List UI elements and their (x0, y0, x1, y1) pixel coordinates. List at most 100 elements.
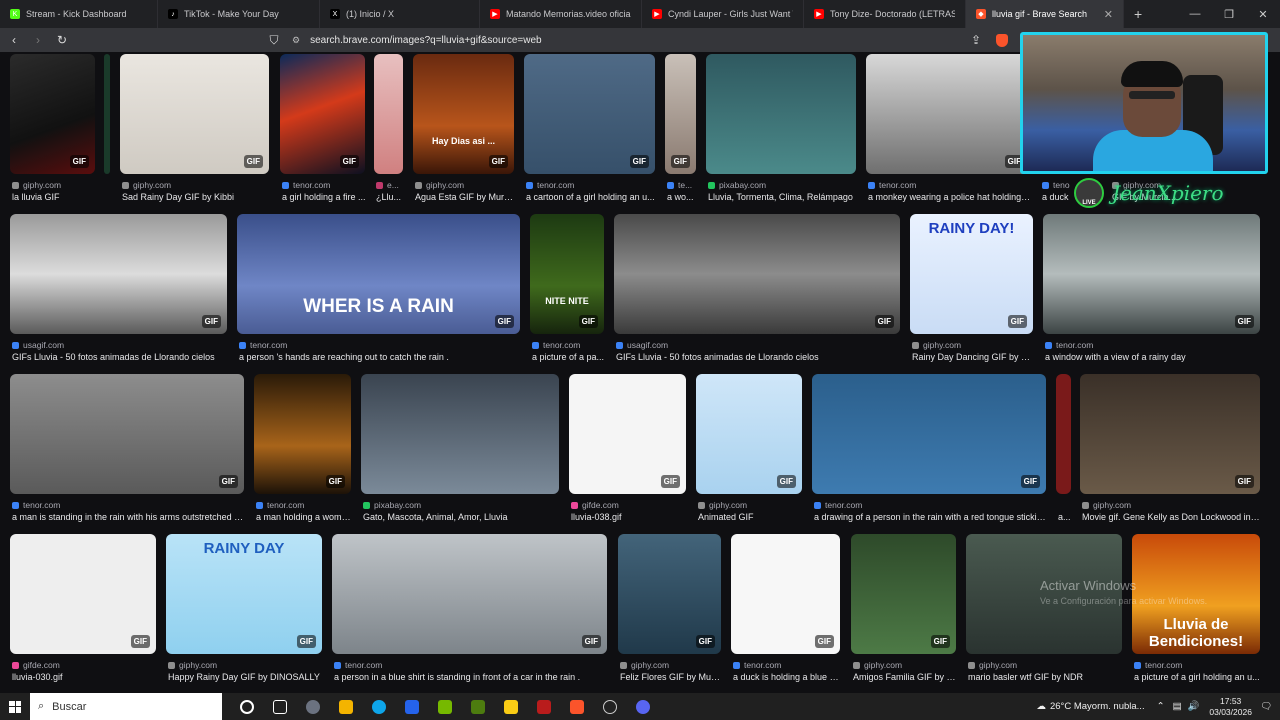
image-result-card[interactable]: RAINY DAY! GIF giphy.com Rainy Day Dancing … (910, 214, 1035, 374)
result-title[interactable]: lluvia-038.gif (571, 512, 688, 522)
result-thumbnail[interactable]: GIF (10, 54, 95, 174)
address-bar[interactable]: ⚙ search.brave.com/images?q=lluvia+gif&s… (292, 30, 1012, 50)
forward-icon[interactable]: › (28, 33, 48, 47)
result-thumbnail[interactable]: GIF (10, 374, 244, 494)
start-button[interactable] (0, 693, 30, 720)
result-thumbnail[interactable]: GIF (665, 54, 696, 174)
result-thumbnail[interactable]: GIF (10, 534, 156, 654)
result-title[interactable]: Amigos Familia GIF by M... (853, 672, 958, 682)
result-title[interactable]: mario basler wtf GIF by NDR (968, 672, 1124, 682)
result-title[interactable]: a person 's hands are reaching out to ca… (239, 352, 522, 362)
result-thumbnail[interactable]: GIF (10, 214, 227, 334)
result-title[interactable]: a person in a blue shirt is standing in … (334, 672, 609, 682)
image-result-card[interactable]: GIF tenor.com a duck is holding a blue u..… (731, 534, 842, 693)
network-icon[interactable]: ▤ (1173, 701, 1182, 712)
result-title[interactable]: a picture of a girl holding an u... (1134, 672, 1262, 682)
back-icon[interactable]: ‹ (4, 33, 24, 47)
minimize-icon[interactable]: — (1178, 8, 1212, 21)
image-result-card[interactable]: GIF giphy.com Movie gif. Gene Kelly as Don… (1080, 374, 1262, 534)
result-source[interactable]: te... (667, 180, 698, 190)
image-result-card[interactable] (104, 54, 110, 214)
result-source[interactable]: gifde.com (571, 500, 688, 510)
close-window-icon[interactable]: ✕ (1246, 8, 1280, 21)
browser-tab[interactable]: ▶ Tony Dize- Doctorado (LETRAS/LYRIC (804, 0, 966, 28)
result-source[interactable]: giphy.com (122, 180, 271, 190)
result-thumbnail[interactable]: Lluvia de Bendiciones! (1132, 534, 1260, 654)
result-title[interactable]: Agua Esta GIF by Murci... (415, 192, 516, 202)
result-source[interactable]: giphy.com (853, 660, 958, 670)
tray-chevron-icon[interactable]: ⌃ (1157, 701, 1165, 712)
result-source[interactable]: tenor.com (334, 660, 609, 670)
result-thumbnail[interactable]: Hay Dias asi ... GIF (413, 54, 514, 174)
image-result-card[interactable]: GIF te... a wo... (665, 54, 696, 214)
result-thumbnail[interactable]: GIF (524, 54, 655, 174)
result-title[interactable]: a cartoon of a girl holding an u... (526, 192, 657, 202)
image-result-card[interactable]: GIF giphy.com Sad Rainy Day GIF by Kibbi (120, 54, 269, 214)
result-thumbnail[interactable]: GIF (614, 214, 900, 334)
result-source[interactable]: tenor.com (814, 500, 1048, 510)
result-source[interactable]: pixabay.com (708, 180, 858, 190)
result-thumbnail[interactable]: GIF (332, 534, 607, 654)
result-source[interactable]: giphy.com (620, 660, 723, 670)
result-source[interactable]: usagif.com (616, 340, 902, 350)
result-source[interactable]: tenor.com (12, 500, 246, 510)
result-thumbnail[interactable]: RAINY DAY GIF (166, 534, 322, 654)
result-thumbnail[interactable]: GIF (1043, 214, 1260, 334)
result-title[interactable]: a man holding a woma... (256, 512, 353, 522)
brave-taskbar-icon[interactable] (560, 693, 593, 720)
result-source[interactable]: tenor.com (733, 660, 842, 670)
result-source[interactable]: e... (376, 180, 405, 190)
result-title[interactable]: a drawing of a person in the rain with a… (814, 512, 1048, 522)
image-result-card[interactable]: NITE NITE GIF tenor.com a picture of a pa..… (530, 214, 604, 374)
image-result-card[interactable]: pixabay.com Lluvia, Tormenta, Clima, Relá… (706, 54, 856, 214)
result-thumbnail[interactable]: GIF (569, 374, 686, 494)
result-thumbnail[interactable]: GIF (254, 374, 351, 494)
tab-close-icon[interactable]: ✕ (1096, 8, 1113, 21)
result-title[interactable]: Sad Rainy Day GIF by Kibbi (122, 192, 271, 202)
image-result-card[interactable]: GIF giphy.com Feliz Flores GIF by Murci... (618, 534, 723, 693)
browser-tab[interactable]: ▶ Cyndi Lauper - Girls Just Want To Ha (642, 0, 804, 28)
result-source[interactable]: tenor.com (239, 340, 522, 350)
clock[interactable]: 17:53 03/03/2026 (1209, 696, 1252, 718)
result-source[interactable]: giphy.com (12, 180, 97, 190)
result-title[interactable]: la lluvia GIF (12, 192, 97, 202)
result-title[interactable]: Happy Rainy Day GIF by DINOSALLY (168, 672, 324, 682)
result-title[interactable]: GIFs Lluvia - 50 fotos animadas de Llora… (616, 352, 902, 362)
nvidia-icon[interactable] (428, 693, 461, 720)
result-source[interactable]: tenor.com (1134, 660, 1262, 670)
result-title[interactable]: a monkey wearing a police hat holding a.… (868, 192, 1032, 202)
discord-icon[interactable] (626, 693, 659, 720)
result-thumbnail[interactable]: RAINY DAY! GIF (910, 214, 1033, 334)
image-result-card[interactable]: GIF tenor.com a person in a blue shirt is … (332, 534, 607, 693)
performance-icon[interactable] (296, 693, 329, 720)
image-result-card[interactable]: pixabay.com Gato, Mascota, Animal, Amor, … (361, 374, 559, 534)
image-result-card[interactable]: Hay Dias asi ... GIF giphy.com Agua Esta GI… (413, 54, 516, 214)
notifications-icon[interactable]: 🗨 (1260, 701, 1272, 712)
image-result-card[interactable]: GIF tenor.com a window with a view of a ra… (1043, 214, 1260, 374)
obs-icon[interactable] (593, 693, 626, 720)
result-thumbnail[interactable]: NITE NITE GIF (530, 214, 604, 334)
result-title[interactable]: a wo... (667, 192, 698, 202)
result-title[interactable]: lluvia-030.gif (12, 672, 158, 682)
image-result-card[interactable]: GIF tenor.com a monkey wearing a police ha… (866, 54, 1032, 214)
result-title[interactable]: a window with a view of a rainy day (1045, 352, 1262, 362)
volume-icon[interactable]: 🔊 (1188, 701, 1200, 712)
result-thumbnail[interactable]: GIF (618, 534, 721, 654)
reload-icon[interactable]: ↻ (52, 33, 72, 47)
result-thumbnail[interactable]: GIF (696, 374, 802, 494)
result-title[interactable]: a man is standing in the rain with his a… (12, 512, 246, 522)
taskbar-search[interactable]: ⌕ Buscar (30, 693, 222, 720)
image-result-card[interactable]: GIF usagif.com GIFs Lluvia - 50 fotos anim… (10, 214, 227, 374)
result-source[interactable]: tenor.com (868, 180, 1032, 190)
result-title[interactable]: a... (1058, 512, 1073, 522)
result-title[interactable]: a picture of a pa... (532, 352, 606, 362)
result-source[interactable]: giphy.com (698, 500, 804, 510)
result-source[interactable]: giphy.com (912, 340, 1035, 350)
browser-tab[interactable]: K Stream - Kick Dashboard (0, 0, 158, 28)
file-explorer-icon[interactable] (494, 693, 527, 720)
result-source[interactable]: giphy.com (968, 660, 1124, 670)
browser-tab[interactable]: ♪ TikTok - Make Your Day (158, 0, 320, 28)
image-result-card[interactable]: GIF tenor.com a man holding a woma... (254, 374, 353, 534)
result-title[interactable]: GIFs Lluvia - 50 fotos animadas de Llora… (12, 352, 229, 362)
result-thumbnail[interactable] (966, 534, 1122, 654)
